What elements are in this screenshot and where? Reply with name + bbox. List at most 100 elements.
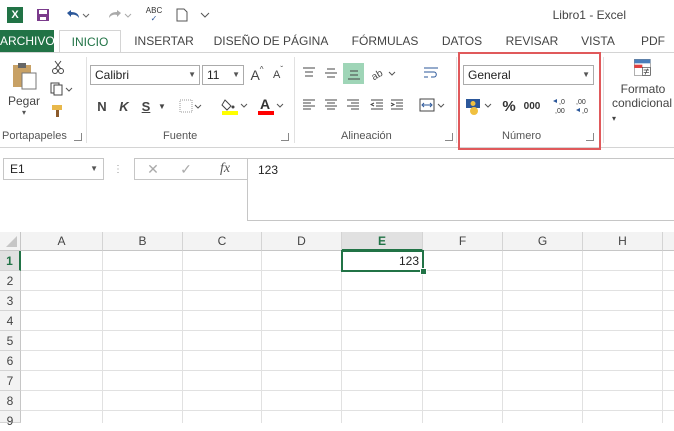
gridline: [21, 290, 674, 291]
gridline: [21, 410, 674, 411]
chevron-down-icon: ▼: [90, 164, 98, 173]
tab-formulas[interactable]: FÓRMULAS: [346, 30, 424, 52]
row-header-8[interactable]: 8: [0, 391, 21, 411]
gridline: [502, 251, 503, 423]
font-color-icon[interactable]: A: [256, 95, 286, 117]
conditional-format-label-2: condicional ▾: [612, 96, 673, 123]
align-middle-icon[interactable]: [322, 64, 340, 82]
italic-button[interactable]: K: [116, 96, 132, 116]
tab-datos[interactable]: DATOS: [436, 30, 488, 52]
align-top-icon[interactable]: [300, 64, 318, 82]
conditional-format-icon: [634, 58, 651, 76]
gridline: [21, 310, 674, 311]
enter-icon[interactable]: ✓: [176, 160, 196, 178]
row-header-5[interactable]: 5: [0, 331, 21, 351]
row-header-1[interactable]: 1: [0, 251, 21, 271]
title-bar: X ABC ✓ Libro1 - Excel: [0, 0, 674, 30]
orientation-icon[interactable]: ab: [370, 64, 400, 82]
formula-value: 123: [258, 163, 279, 177]
gridline: [21, 330, 674, 331]
tab-archivo[interactable]: ARCHIVO: [0, 30, 55, 52]
paste-button[interactable]: Pegar ▾: [6, 60, 42, 118]
gridline: [21, 370, 674, 371]
row-header-9[interactable]: 9: [0, 411, 21, 428]
conditional-format-label-1: Formato: [620, 82, 666, 96]
tab-insertar[interactable]: INSERTAR: [130, 30, 198, 52]
underline-button[interactable]: S: [138, 96, 154, 116]
bold-button[interactable]: N: [94, 96, 110, 116]
align-left-icon[interactable]: [300, 96, 318, 114]
cut-icon[interactable]: [48, 58, 68, 76]
wrap-text-icon[interactable]: [420, 64, 442, 82]
merge-center-icon[interactable]: [418, 95, 448, 115]
tab-inicio[interactable]: INICIO: [59, 30, 121, 53]
group-label-fuente: Fuente: [163, 130, 198, 142]
row-header-2[interactable]: 2: [0, 271, 21, 291]
column-header-a[interactable]: A: [21, 232, 103, 251]
conditional-format-button[interactable]: Formato condicional ▾: [612, 58, 674, 126]
grow-font-button[interactable]: A ^: [249, 65, 265, 85]
group-separator: [294, 57, 295, 143]
window-title: Libro1 - Excel: [552, 8, 626, 22]
tab-pdf[interactable]: PDF: [636, 30, 670, 52]
paste-icon: [13, 63, 37, 90]
row-header-7[interactable]: 7: [0, 371, 21, 391]
name-box-value: E1: [10, 162, 25, 176]
increase-indent-icon[interactable]: [388, 96, 406, 114]
column-header-f[interactable]: F: [423, 232, 503, 251]
copy-icon[interactable]: [48, 80, 76, 98]
fill-handle[interactable]: [420, 268, 427, 275]
gridline: [341, 251, 342, 423]
font-size-value: 11: [207, 68, 220, 82]
decrease-indent-icon[interactable]: [368, 96, 386, 114]
group-separator: [456, 57, 457, 143]
column-header-e[interactable]: E: [342, 232, 423, 251]
column-header-c[interactable]: C: [183, 232, 262, 251]
font-name-value: Calibri: [95, 68, 130, 82]
column-header-b[interactable]: B: [103, 232, 183, 251]
align-right-icon[interactable]: [344, 96, 362, 114]
chevron-down-icon: ▼: [188, 70, 196, 79]
formula-bar-grip-icon: ⋮: [113, 163, 123, 175]
align-center-icon[interactable]: [322, 96, 340, 114]
font-size-combo[interactable]: 11 ▼: [202, 65, 244, 85]
column-header-partial[interactable]: [663, 232, 674, 251]
column-header-h[interactable]: H: [583, 232, 663, 251]
svg-text:A: A: [260, 96, 270, 112]
formula-input[interactable]: 123: [247, 158, 674, 221]
group-label-alineacion: Alineación: [341, 130, 392, 142]
dialog-launcher-icon[interactable]: [445, 133, 453, 141]
font-name-combo[interactable]: Calibri ▼: [90, 65, 200, 85]
column-header-d[interactable]: D: [262, 232, 342, 251]
dialog-launcher-icon[interactable]: [74, 133, 82, 141]
tab-revisar[interactable]: REVISAR: [504, 30, 560, 52]
cell-e1[interactable]: 123: [341, 250, 424, 272]
highlight-box: [458, 52, 601, 150]
tab-vista[interactable]: VISTA: [574, 30, 622, 52]
borders-icon[interactable]: [178, 97, 204, 115]
gridline: [21, 350, 674, 351]
gridline: [102, 251, 103, 423]
fill-color-icon[interactable]: [220, 95, 250, 117]
tab-diseno-de-pagina[interactable]: DISEÑO DE PÁGINA: [210, 30, 332, 52]
shrink-font-label: A: [272, 69, 281, 81]
shrink-font-button[interactable]: Aˇ: [270, 65, 286, 85]
format-painter-icon[interactable]: [48, 102, 68, 120]
gridline: [182, 251, 183, 423]
insert-function-icon[interactable]: fx: [213, 160, 237, 178]
column-header-g[interactable]: G: [503, 232, 583, 251]
chevron-down-icon[interactable]: ▼: [156, 96, 168, 116]
align-bottom-icon[interactable]: [343, 63, 364, 84]
row-header-3[interactable]: 3: [0, 291, 21, 311]
ribbon-tabs: ARCHIVO INICIO INSERTAR DISEÑO DE PÁGINA…: [0, 30, 674, 53]
chevron-down-icon: ▾: [21, 108, 26, 117]
cancel-icon[interactable]: ✕: [143, 160, 163, 178]
name-box[interactable]: E1 ▼: [3, 158, 104, 180]
dialog-launcher-icon[interactable]: [281, 133, 289, 141]
svg-text:ab: ab: [371, 68, 385, 80]
grow-font-label: A: [250, 67, 260, 83]
row-header-6[interactable]: 6: [0, 351, 21, 371]
row-header-4[interactable]: 4: [0, 311, 21, 331]
select-all-corner[interactable]: [0, 232, 21, 251]
gridline: [261, 251, 262, 423]
